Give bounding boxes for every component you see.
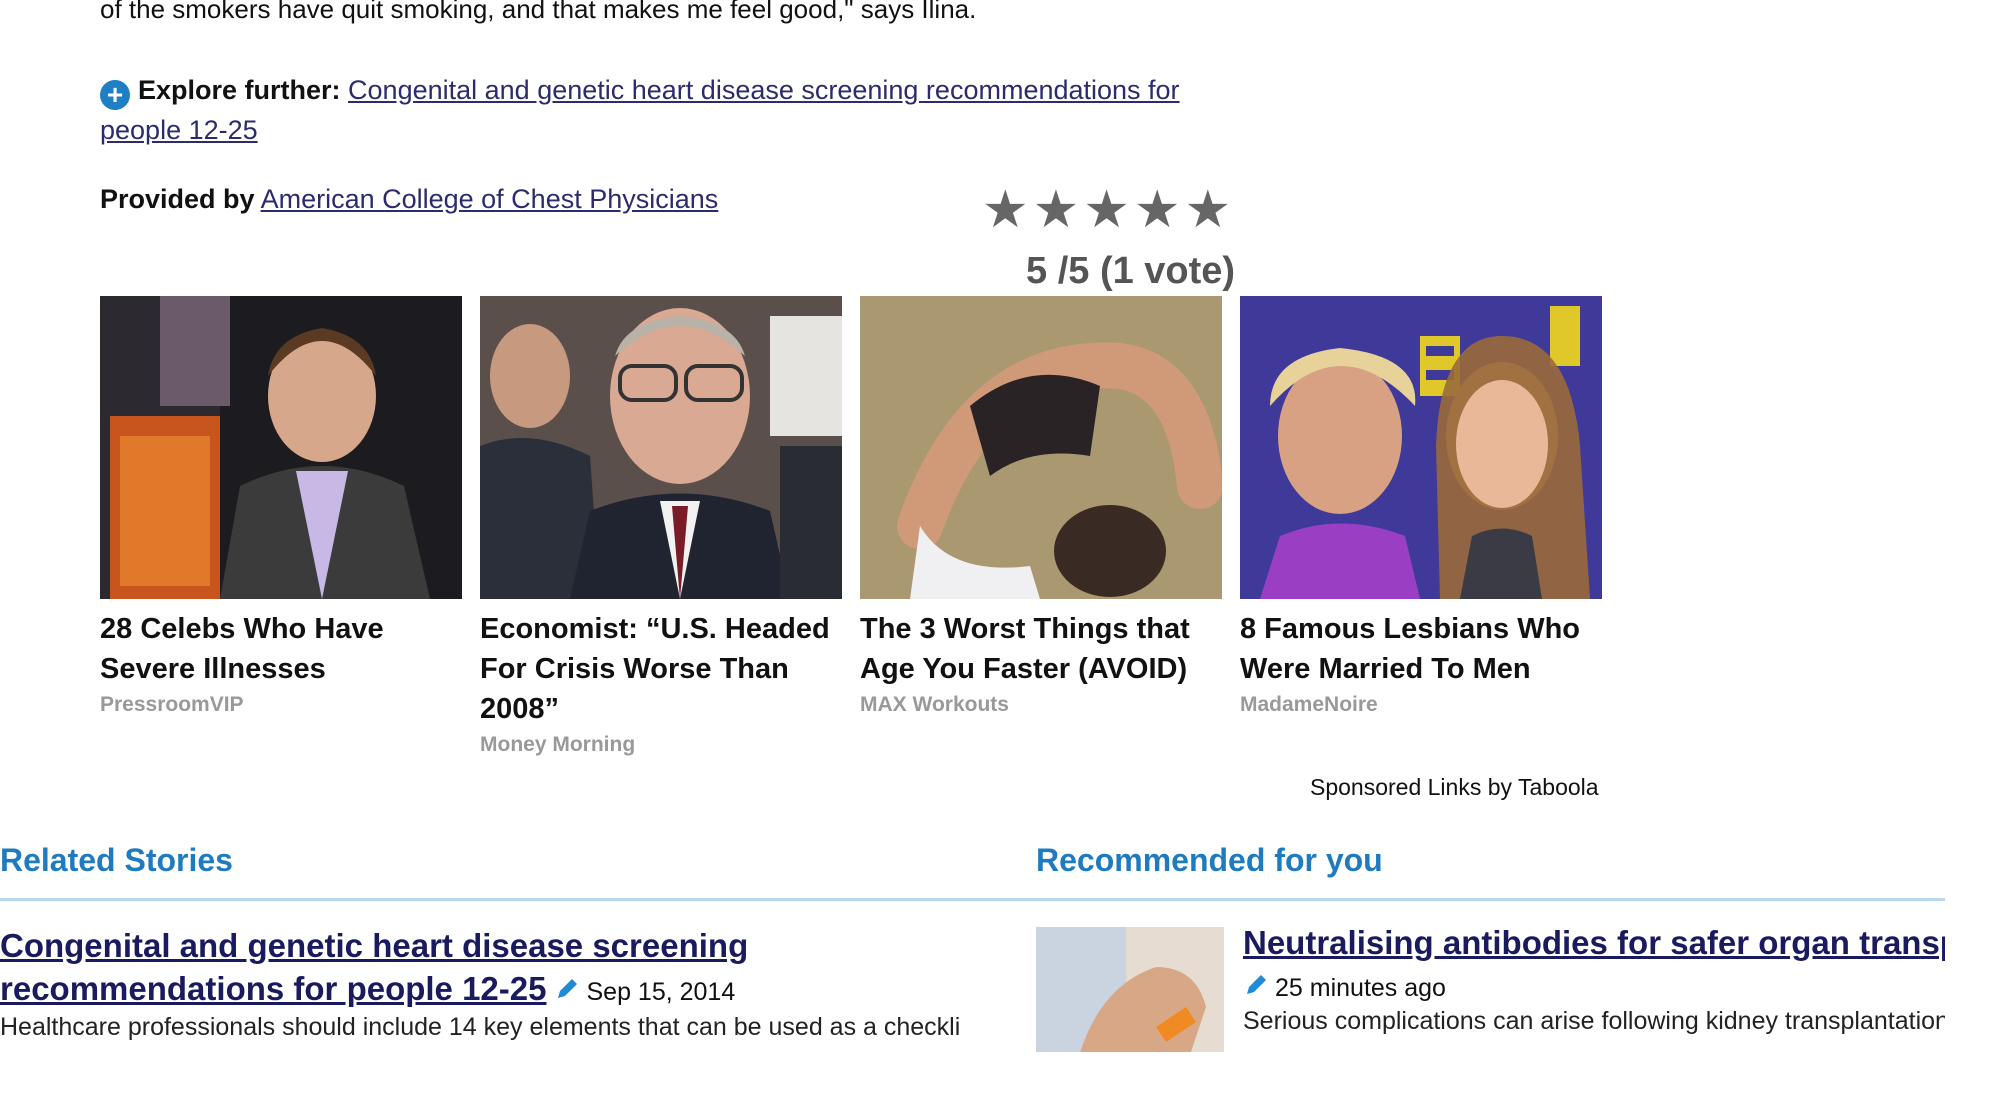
recommended-heading: Recommended for you (1036, 842, 1383, 878)
card-source: MadameNoire (1240, 693, 1378, 716)
provided-label: Provided by (100, 184, 255, 214)
card-source: Money Morning (480, 733, 636, 756)
related-stories-heading: Related Stories (0, 842, 233, 878)
sponsored-card[interactable]: 8 Famous Lesbians Who Were Married To Me… (1240, 296, 1602, 717)
star-icon[interactable]: ★ (1083, 184, 1134, 236)
yoga-photo[interactable] (860, 296, 1222, 599)
sponsored-card[interactable]: The 3 Worst Things that Age You Faster (… (860, 296, 1222, 717)
pencil-icon (558, 979, 578, 998)
plus-circle-icon[interactable]: + (100, 80, 130, 110)
recommended-thumbnail[interactable] (1036, 927, 1224, 1067)
taboola-attribution[interactable]: Sponsored Links by Taboola (1310, 774, 1599, 801)
provider-link[interactable]: American College of Chest Physicians (261, 184, 719, 214)
card-source: PressroomVIP (100, 693, 244, 716)
celebrity-photo[interactable] (100, 296, 462, 599)
related-story-date: Sep 15, 2014 (586, 978, 736, 1006)
card-title[interactable]: Economist: “U.S. Headed For Crisis Worse… (480, 609, 842, 729)
star-icon[interactable]: ★ (982, 184, 1033, 236)
card-title[interactable]: 28 Celebs Who Have Severe Illnesses (100, 609, 462, 689)
star-icon[interactable]: ★ (1033, 184, 1084, 236)
section-divider (0, 898, 1945, 901)
sponsored-card[interactable]: 28 Celebs Who Have Severe Illnesses Pres… (100, 296, 462, 717)
related-story[interactable]: Congenital and genetic heart disease scr… (0, 924, 930, 1014)
recommended-story-meta: 25 minutes ago (1243, 972, 1446, 1003)
explore-label: Explore further: (138, 75, 341, 105)
card-source: MAX Workouts (860, 693, 1009, 716)
recommended-story[interactable]: Neutralising antibodies for safer organ … (1243, 924, 1945, 962)
rating-score: 5 /5 (1 vote) (1026, 250, 1236, 292)
star-icon[interactable]: ★ (1134, 184, 1185, 236)
economist-photo[interactable] (480, 296, 842, 599)
card-title[interactable]: The 3 Worst Things that Age You Faster (… (860, 609, 1222, 689)
article-closing-text: of the smokers have quit smoking, and th… (100, 0, 977, 24)
explore-further: + Explore further: Congenital and genetic… (100, 70, 1260, 150)
provided-by: Provided by American College of Chest Ph… (100, 184, 718, 215)
pencil-icon (1247, 975, 1266, 994)
star-icon[interactable]: ★ (1185, 184, 1236, 236)
viewport-bottom-blank (0, 1052, 2000, 1093)
card-title[interactable]: 8 Famous Lesbians Who Were Married To Me… (1240, 609, 1602, 689)
recommended-story-time: 25 minutes ago (1275, 974, 1446, 1002)
couple-photo[interactable] (1240, 296, 1602, 599)
recommended-story-title[interactable]: Neutralising antibodies for safer organ … (1243, 924, 1945, 961)
rating-stars[interactable]: ★★★★★ (982, 184, 1235, 236)
sponsored-card[interactable]: Economist: “U.S. Headed For Crisis Worse… (480, 296, 842, 757)
